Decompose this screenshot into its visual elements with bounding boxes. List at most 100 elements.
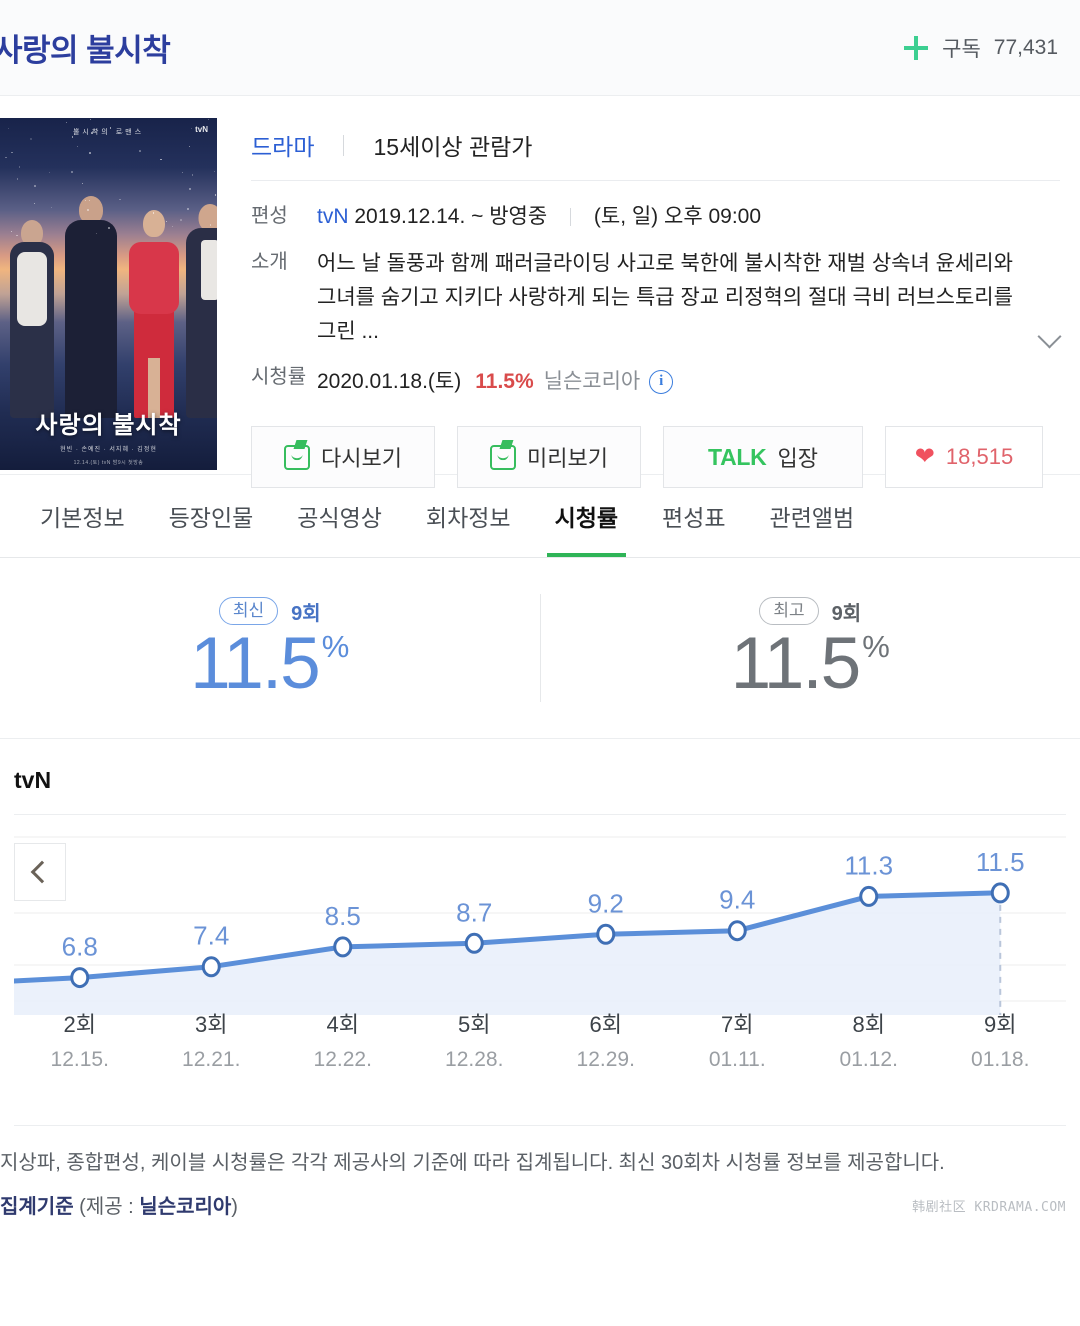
heart-icon: ❤ [914, 443, 935, 471]
tab-characters[interactable]: 등장인물 [147, 475, 276, 557]
poster-figure [126, 210, 182, 418]
plus-icon [903, 35, 929, 61]
poster-figure [182, 204, 217, 418]
tab-schedule[interactable]: 편성표 [640, 475, 747, 557]
info-details: 드라마 15세이상 관람가 편성 tvN 2019.12.14. ~ 방영중 (… [217, 118, 1080, 489]
latest-rating-card: 최신 9회 11.5 % [0, 597, 540, 700]
star-dot [152, 212, 154, 214]
airing-period: 2019.12.14. ~ 방영중 [354, 205, 548, 228]
x-tick-date: 12.29. [576, 1048, 635, 1071]
star-dot [16, 234, 18, 237]
tv-replay-icon [284, 444, 311, 470]
poster-figure [60, 196, 122, 418]
x-tick-date: 12.21. [182, 1048, 241, 1071]
rating-date: 2020.01.18.(토) [317, 369, 462, 393]
tab-official-video[interactable]: 공식영상 [275, 475, 404, 557]
latest-episode: 9회 [291, 602, 321, 625]
like-button[interactable]: ❤ 18,515 [885, 426, 1043, 489]
x-tick: 3회 12.21. [146, 1007, 278, 1072]
latest-unit: % [321, 628, 350, 664]
program-info-section: 불시착의 로맨스 tvN 사랑의 불시착 현빈 · 손예진 · 서지혜 · 김정… [0, 96, 1080, 489]
page-footer: 지상파, 종합편성, 케이블 시청률은 각각 제공사의 기준에 따라 집계됩니다… [0, 1125, 1066, 1221]
poster-figures [0, 188, 217, 418]
chart-data-point[interactable] [464, 932, 484, 954]
x-tick-episode: 5회 [458, 1012, 491, 1037]
chevron-left-icon [30, 860, 54, 884]
x-tick-date: 12.28. [445, 1048, 504, 1071]
chart-data-point[interactable] [70, 967, 90, 989]
star-dot [48, 172, 50, 173]
footer-provider-suffix: ) [231, 1196, 238, 1218]
rating-value: 2020.01.18.(토) 11.5% 닐슨코리아 i [317, 366, 1060, 399]
subscribe-button[interactable]: 구독 77,431 [903, 33, 1058, 63]
summary-value: 어느 날 돌풍과 함께 패러글라이딩 사고로 북한에 불시착한 재벌 상속녀 윤… [317, 247, 1062, 349]
star-dot [70, 170, 73, 173]
channel-link[interactable]: tvN [317, 205, 349, 228]
highest-value: 11.5 % [731, 627, 890, 700]
star-dot [172, 225, 174, 227]
star-dot [34, 185, 37, 187]
chart-data-label: 8.5 [325, 901, 361, 931]
chart-data-point[interactable] [596, 923, 616, 945]
poster-figure [6, 218, 58, 418]
info-icon[interactable]: i [649, 369, 674, 394]
age-rating: 15세이상 관람가 [373, 134, 533, 160]
star-dot [81, 182, 84, 185]
highest-unit: % [862, 628, 890, 664]
ratings-chart: 6.8 7.4 8.5 8.7 9.2 9.4 11.3 11.5 2회 12.15. 3회 … [14, 825, 1066, 1125]
rating-row: 시청률 2020.01.18.(토) 11.5% 닐슨코리아 i [251, 362, 1060, 399]
chart-data-point[interactable] [201, 956, 221, 978]
footer-note: 지상파, 종합편성, 케이블 시청률은 각각 제공사의 기준에 따라 집계됩니다… [0, 1152, 945, 1174]
x-tick: 6회 12.29. [540, 1007, 672, 1072]
chart-channel-title: tvN [14, 739, 1066, 815]
genre-row: 드라마 15세이상 관람가 [251, 118, 1060, 181]
poster-channel-mark: tvN [195, 125, 208, 134]
x-tick: 2회 12.15. [14, 1007, 146, 1072]
schedule-label: 편성 [251, 205, 288, 227]
star-dot [180, 219, 182, 221]
tab-episode-info[interactable]: 회차정보 [404, 475, 533, 557]
latest-number: 11.5 [190, 622, 321, 704]
latest-badge: 최신 [218, 597, 279, 625]
tv-preview-icon [490, 444, 517, 470]
x-tick: 5회 12.28. [409, 1007, 541, 1072]
replay-label: 다시보기 [321, 446, 402, 472]
tab-basic-info[interactable]: 기본정보 [18, 475, 147, 557]
preview-label: 미리보기 [527, 446, 608, 472]
x-tick: 8회 01.12. [803, 1007, 935, 1072]
star-dot [119, 198, 121, 200]
tab-ratings[interactable]: 시청률 [533, 475, 640, 557]
highest-episode: 9회 [831, 602, 862, 625]
chart-x-axis: 2회 12.15. 3회 12.21. 4회 12.22. 5회 12.28. … [14, 1007, 1066, 1072]
genre-link[interactable]: 드라마 [251, 128, 314, 162]
star-dot [16, 177, 19, 180]
chart-data-label: 11.5 [976, 847, 1025, 877]
x-tick-episode: 6회 [589, 1012, 622, 1037]
poster-image[interactable]: 불시착의 로맨스 tvN 사랑의 불시착 현빈 · 손예진 · 서지혜 · 김정… [0, 118, 217, 470]
meta-table: 편성 tvN 2019.12.14. ~ 방영중 (토, 일) 오후 09:00… [251, 181, 1062, 399]
x-tick-episode: 9회 [984, 1012, 1017, 1037]
chart-data-label: 8.7 [456, 897, 492, 927]
chart-data-point[interactable] [727, 920, 747, 942]
star-dot [108, 226, 110, 229]
highest-header: 최고 9회 [759, 597, 861, 626]
x-tick-episode: 7회 [721, 1012, 754, 1037]
chart-data-point[interactable] [333, 936, 353, 958]
poster-credits: 현빈 · 손예진 · 서지혜 · 김정현 [60, 447, 157, 453]
star-dot [77, 145, 78, 147]
rating-source: 닐슨코리아 [543, 369, 641, 393]
star-dot [18, 166, 21, 169]
subscribe-label: 구독 [942, 37, 981, 61]
chart-data-label: 6.8 [62, 932, 98, 962]
page-title: 사랑의 불시착 [0, 33, 171, 68]
chart-data-point[interactable] [859, 885, 879, 907]
star-dot [138, 150, 141, 152]
chart-data-point[interactable] [990, 882, 1010, 904]
chart-prev-button[interactable] [14, 843, 66, 901]
x-tick-date: 12.15. [50, 1048, 109, 1071]
footer-provider: 닐슨코리아 [139, 1196, 232, 1218]
star-dot [8, 127, 10, 129]
x-tick-date: 01.12. [839, 1048, 898, 1071]
star-dot [65, 121, 67, 123]
tab-related-albums[interactable]: 관련앨범 [748, 475, 877, 557]
